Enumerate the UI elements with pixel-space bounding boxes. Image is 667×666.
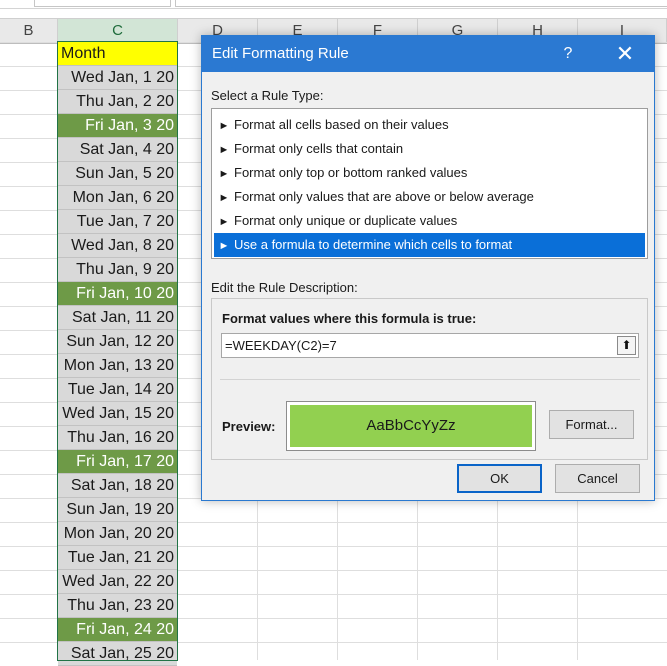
edit-description-label: Edit the Rule Description:: [211, 280, 358, 295]
rule-type-label: Format only values that are above or bel…: [234, 189, 534, 204]
date-cell[interactable]: Thu Jan, 23 20: [58, 594, 177, 618]
rule-type-label: Format all cells based on their values: [234, 117, 449, 132]
date-cell[interactable]: Sun Jan, 19 20: [58, 498, 177, 522]
preview-label: Preview:: [222, 419, 276, 434]
rule-type-label: Format only top or bottom ranked values: [234, 165, 468, 180]
gridline: [177, 42, 178, 660]
date-cell[interactable]: Fri Jan, 3 20: [58, 114, 177, 138]
date-cell[interactable]: Wed Jan, 22 20: [58, 570, 177, 594]
rule-type-item[interactable]: ► Format only cells that contain: [214, 137, 645, 161]
column-header-cell[interactable]: Month: [58, 42, 177, 66]
rule-type-item[interactable]: ► Format all cells based on their values: [214, 113, 645, 137]
arrow-icon: ►: [218, 144, 230, 156]
date-cell[interactable]: Sun Jan, 12 20: [58, 330, 177, 354]
rule-type-list[interactable]: ► Format all cells based on their values …: [211, 108, 648, 259]
arrow-icon: ►: [218, 192, 230, 204]
preview-box: AaBbCcYyZz: [286, 401, 536, 451]
date-cell[interactable]: Wed Jan, 15 20: [58, 402, 177, 426]
date-cell[interactable]: Fri Jan, 24 20: [58, 618, 177, 642]
date-cell[interactable]: Sun Jan, 5 20: [58, 162, 177, 186]
date-cell[interactable]: Sat Jan, 4 20: [58, 138, 177, 162]
divider: [220, 379, 640, 380]
ok-button[interactable]: OK: [457, 464, 542, 493]
date-cell[interactable]: Wed Jan, 1 20: [58, 66, 177, 90]
collapse-dialog-icon[interactable]: ⬆: [617, 336, 636, 355]
formula-bar[interactable]: [175, 0, 667, 7]
formula-input[interactable]: =WEEKDAY(C2)=7 ⬆: [221, 333, 639, 358]
close-icon[interactable]: ✕: [607, 36, 643, 72]
select-rule-type-label: Select a Rule Type:: [211, 88, 324, 103]
rule-type-label: Format only cells that contain: [234, 141, 404, 156]
date-cell[interactable]: Mon Jan, 13 20: [58, 354, 177, 378]
date-cell[interactable]: Mon Jan, 6 20: [58, 186, 177, 210]
date-cell[interactable]: Thu Jan, 9 20: [58, 258, 177, 282]
date-cell[interactable]: Mon Jan, 20 20: [58, 522, 177, 546]
date-cell[interactable]: Thu Jan, 2 20: [58, 90, 177, 114]
help-icon[interactable]: ?: [554, 36, 582, 72]
date-cell[interactable]: Tue Jan, 14 20: [58, 378, 177, 402]
rule-description-panel: Format values where this formula is true…: [211, 298, 648, 460]
arrow-icon: ►: [218, 240, 230, 252]
arrow-icon: ►: [218, 168, 230, 180]
dialog-titlebar[interactable]: Edit Formatting Rule ? ✕: [202, 36, 654, 72]
date-cell[interactable]: Sat Jan, 25 20: [58, 642, 177, 666]
format-button[interactable]: Format...: [549, 410, 634, 439]
rule-type-label: Use a formula to determine which cells t…: [234, 237, 513, 252]
rule-type-label: Format only unique or duplicate values: [234, 213, 458, 228]
date-cell[interactable]: Tue Jan, 21 20: [58, 546, 177, 570]
formula-value[interactable]: =WEEKDAY(C2)=7: [225, 334, 337, 357]
dialog-title: Edit Formatting Rule: [212, 45, 349, 62]
date-cell[interactable]: Wed Jan, 8 20: [58, 234, 177, 258]
date-cell[interactable]: Thu Jan, 16 20: [58, 426, 177, 450]
rule-type-item[interactable]: ► Format only values that are above or be…: [214, 185, 645, 209]
date-cell[interactable]: Fri Jan, 17 20: [58, 450, 177, 474]
arrow-icon: ►: [218, 120, 230, 132]
preview-sample: AaBbCcYyZz: [290, 405, 532, 447]
rule-type-item[interactable]: ► Format only unique or duplicate values: [214, 209, 645, 233]
name-box[interactable]: [34, 0, 171, 7]
formula-bar-area: [0, 0, 667, 9]
date-cell[interactable]: Tue Jan, 7 20: [58, 210, 177, 234]
formula-title: Format values where this formula is true…: [222, 311, 477, 326]
date-cell[interactable]: Sat Jan, 11 20: [58, 306, 177, 330]
edit-formatting-rule-dialog: Edit Formatting Rule ? ✕ Select a Rule T…: [201, 35, 655, 501]
rule-type-item-selected[interactable]: ► Use a formula to determine which cells …: [214, 233, 645, 257]
column-header-c[interactable]: C: [58, 19, 178, 43]
arrow-icon: ►: [218, 216, 230, 228]
rule-type-item[interactable]: ► Format only top or bottom ranked values: [214, 161, 645, 185]
column-header-b[interactable]: B: [0, 19, 58, 43]
cancel-button[interactable]: Cancel: [555, 464, 640, 493]
date-cell[interactable]: Sat Jan, 18 20: [58, 474, 177, 498]
date-cell[interactable]: Fri Jan, 10 20: [58, 282, 177, 306]
